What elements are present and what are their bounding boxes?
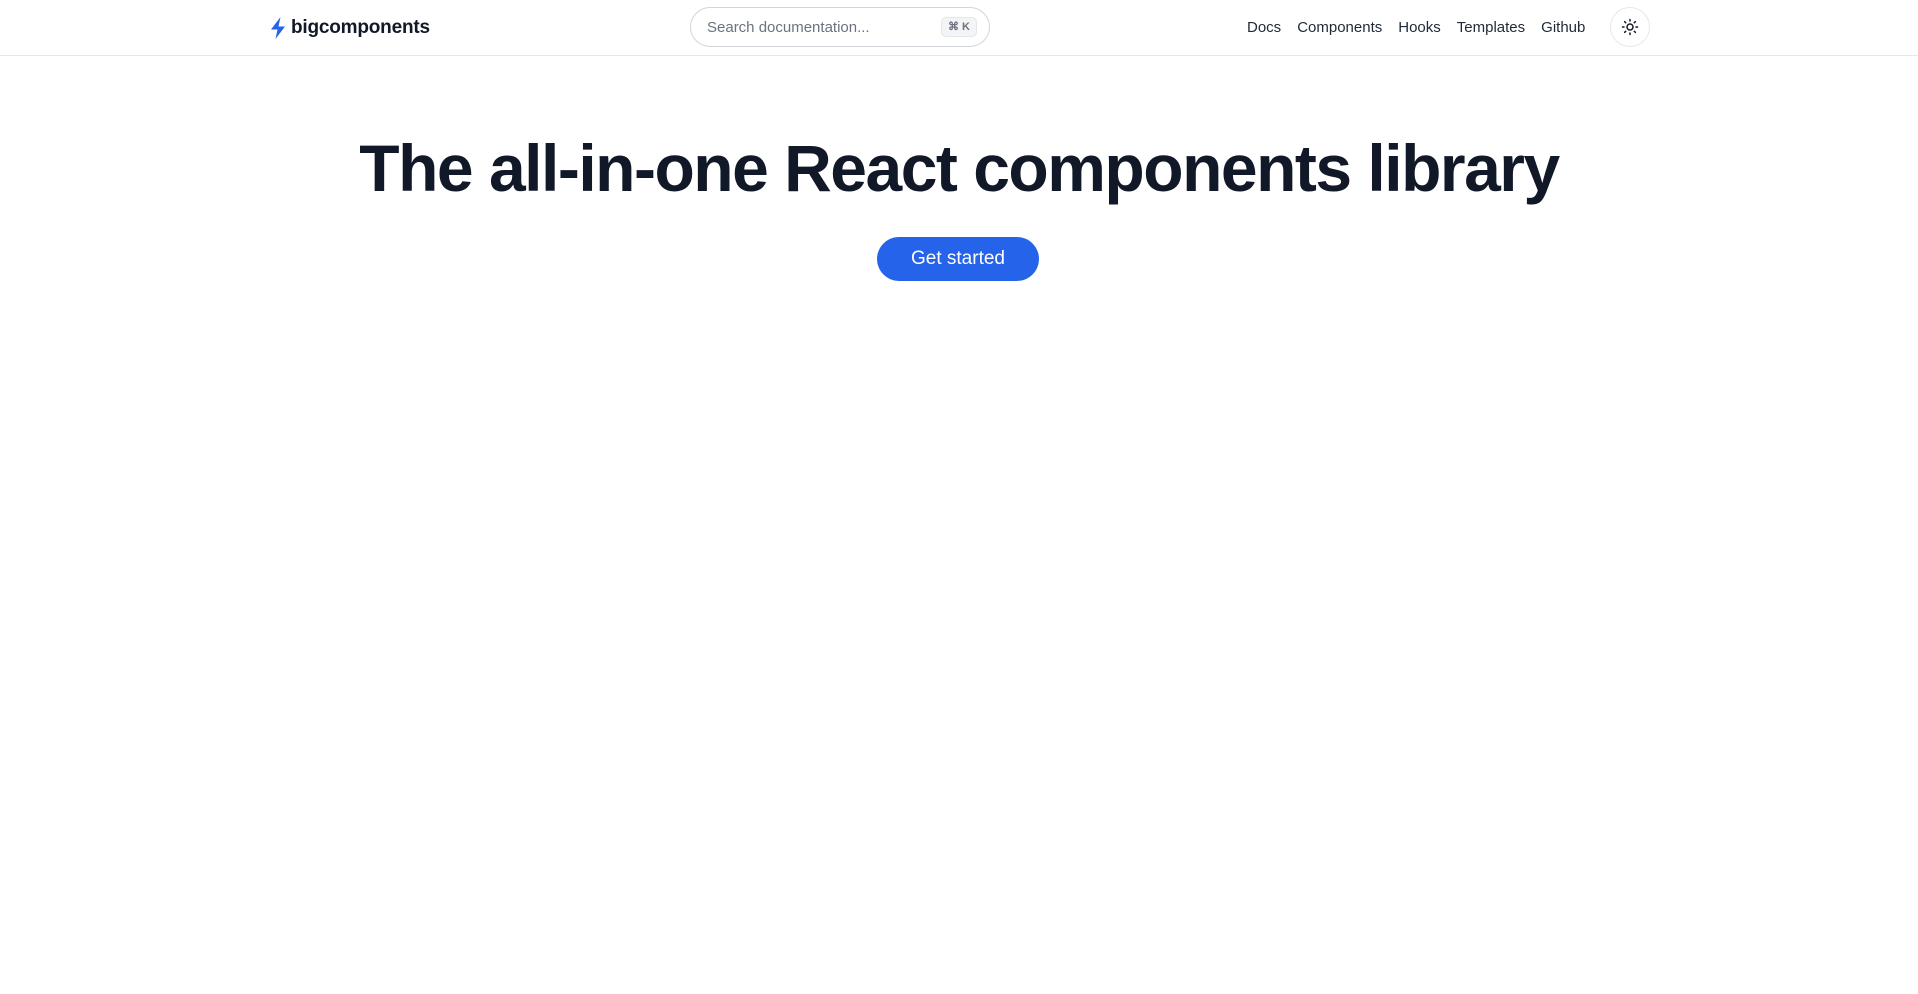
lightning-bolt-icon — [268, 16, 288, 40]
search-shortcut-badge: ⌘ K — [941, 17, 977, 37]
search-bar[interactable]: ⌘ K — [690, 7, 990, 47]
nav-link-hooks[interactable]: Hooks — [1398, 19, 1441, 36]
search-input[interactable] — [707, 18, 941, 36]
nav-link-github[interactable]: Github — [1541, 19, 1585, 36]
hero-title: The all-in-one React components library — [359, 131, 1560, 205]
get-started-button[interactable]: Get started — [877, 237, 1039, 281]
sun-icon — [1621, 18, 1639, 36]
main-nav: Docs Components Hooks Templates Github — [1247, 0, 1585, 55]
nav-link-components[interactable]: Components — [1297, 19, 1382, 36]
brand-logo-link[interactable]: bigcomponents — [268, 14, 430, 42]
brand-name: bigcomponents — [291, 17, 430, 38]
nav-link-templates[interactable]: Templates — [1457, 19, 1525, 36]
theme-toggle-button[interactable] — [1610, 7, 1650, 47]
top-navigation-bar: bigcomponents ⌘ K Docs Components Hooks … — [0, 0, 1918, 56]
nav-link-docs[interactable]: Docs — [1247, 19, 1281, 36]
